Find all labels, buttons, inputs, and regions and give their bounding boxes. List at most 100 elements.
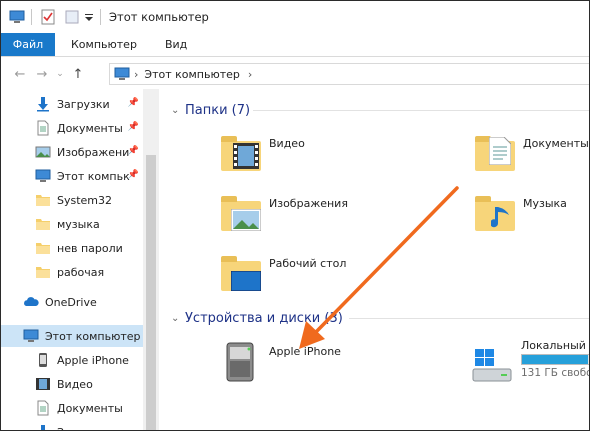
sidebar-item-label: Загрузки xyxy=(57,426,110,431)
customize-toolbar-icon[interactable] xyxy=(84,9,94,25)
disk-usage-bar xyxy=(521,354,589,365)
chevron-down-icon: ⌄ xyxy=(171,104,180,116)
sidebar-item-5[interactable]: музыка xyxy=(1,213,143,235)
folder-icon xyxy=(35,192,51,208)
device-label: Apple iPhone xyxy=(269,345,341,358)
folder-documents[interactable]: Документы xyxy=(475,133,589,175)
video-folder-icon xyxy=(221,133,263,175)
device-apple-iphone[interactable]: Apple iPhone xyxy=(221,341,341,383)
chevron-down-icon: ⌄ xyxy=(171,312,180,324)
pin-icon[interactable]: 📌 xyxy=(128,98,139,108)
sidebar-item-7[interactable]: рабочая xyxy=(1,261,143,283)
up-button[interactable]: ↑ xyxy=(67,63,89,85)
folder-video[interactable]: Видео xyxy=(221,133,305,175)
devices-group-header[interactable]: ⌄ Устройства и диски (3) xyxy=(171,308,343,328)
computer-icon[interactable] xyxy=(9,9,25,25)
sidebar-item-label: Видео xyxy=(57,377,93,391)
pin-icon[interactable]: 📌 xyxy=(128,170,139,180)
pin-icon[interactable]: 📌 xyxy=(128,146,139,156)
computer-icon xyxy=(35,168,51,184)
sidebar-item-label: Загрузки xyxy=(57,97,110,111)
group-divider xyxy=(253,110,589,111)
pictures-folder-icon xyxy=(221,193,263,235)
folder-icon xyxy=(35,264,51,280)
chevron-down-icon: ⌄ xyxy=(56,69,64,79)
onedrive-icon xyxy=(23,294,39,310)
recent-locations-button[interactable]: ⌄ xyxy=(53,63,67,85)
folder-label: Рабочий стол xyxy=(269,257,347,270)
separator xyxy=(31,9,32,25)
sidebar-item-3[interactable]: Этот компьк 📌 xyxy=(1,165,143,187)
forward-button[interactable]: → xyxy=(31,63,53,85)
desktop-folder-icon xyxy=(221,253,263,295)
folders-group-title: Папки (7) xyxy=(185,102,251,118)
download-icon xyxy=(35,424,51,430)
back-button[interactable]: ← xyxy=(9,63,31,85)
sidebar-item-11[interactable]: Видео xyxy=(1,373,143,395)
phone-icon xyxy=(35,352,51,368)
navigation-pane: Загрузки 📌 Документы 📌 Изображени 📌 Этот компь… xyxy=(1,89,159,431)
group-divider xyxy=(349,318,589,319)
address-chevron-icon[interactable]: › xyxy=(248,68,252,81)
pin-icon[interactable]: 📌 xyxy=(128,122,139,132)
sidebar-item-label: OneDrive xyxy=(45,295,97,309)
device-label: Локальный xyxy=(521,339,586,352)
sidebar-item-4[interactable]: System32 xyxy=(1,189,143,211)
folders-group-header[interactable]: ⌄ Папки (7) xyxy=(171,100,250,120)
download-icon xyxy=(35,96,51,112)
folder-icon xyxy=(35,240,51,256)
folder-desktop[interactable]: Рабочий стол xyxy=(221,253,346,295)
sidebar-item-8[interactable]: OneDrive xyxy=(1,291,143,313)
sidebar-item-label: Документы xyxy=(57,121,123,135)
devices-group-title: Устройства и диски (3) xyxy=(185,310,343,326)
navigation-row: ← → ⌄ ↑ › Этот компьютер › xyxy=(1,59,589,89)
computer-icon xyxy=(114,67,130,81)
disk-free-space: 131 ГБ свобо xyxy=(521,367,590,379)
folder-label: Изображения xyxy=(269,197,348,210)
content-pane: ⌄ Папки (7) Видео Документы Изображения … xyxy=(163,89,590,430)
nav-scrollbar[interactable] xyxy=(143,89,159,430)
sidebar-item-0[interactable]: Загрузки 📌 xyxy=(1,93,143,115)
disk-usage-fill xyxy=(522,355,589,364)
documents-folder-icon xyxy=(475,133,517,175)
sidebar-item-label: Этот компьютер xyxy=(45,329,141,343)
folder-icon xyxy=(35,216,51,232)
new-folder-icon[interactable] xyxy=(64,9,80,25)
folder-pictures[interactable]: Изображения xyxy=(221,193,348,235)
device-local-disk[interactable]: Локальный 131 ГБ свобо xyxy=(471,339,590,387)
arrow-left-icon: ← xyxy=(14,66,26,82)
folder-music[interactable]: Музыка xyxy=(475,193,567,235)
address-chevron-icon[interactable]: › xyxy=(134,68,138,81)
title-bar: Этот компьютер xyxy=(1,1,589,33)
tab-computer[interactable]: Компьютер xyxy=(55,33,151,56)
sidebar-item-label: Этот компьк xyxy=(57,169,130,183)
sidebar-item-label: System32 xyxy=(57,193,113,207)
sidebar-item-label: нев пароли xyxy=(57,241,123,255)
sidebar-item-2[interactable]: Изображени 📌 xyxy=(1,141,143,163)
iphone-device-icon xyxy=(221,341,263,383)
documents-icon xyxy=(35,120,51,136)
sidebar-item-6[interactable]: нев пароли xyxy=(1,237,143,259)
sidebar-item-label: Документы xyxy=(57,401,123,415)
pictures-icon xyxy=(35,144,51,160)
nav-scrollbar-thumb[interactable] xyxy=(146,155,156,430)
sidebar-item-9[interactable]: Этот компьютер xyxy=(1,325,143,347)
tab-file[interactable]: Файл xyxy=(1,33,55,56)
arrow-up-icon: ↑ xyxy=(72,66,84,82)
documents-icon xyxy=(35,400,51,416)
properties-icon[interactable] xyxy=(40,9,56,25)
tab-view[interactable]: Вид xyxy=(151,33,199,56)
window-title: Этот компьютер xyxy=(109,10,209,24)
sidebar-item-12[interactable]: Документы xyxy=(1,397,143,419)
sidebar-item-label: Apple iPhone xyxy=(57,353,129,367)
sidebar-item-13[interactable]: Загрузки xyxy=(1,421,143,431)
sidebar-item-label: рабочая xyxy=(57,265,105,279)
music-folder-icon xyxy=(475,193,517,235)
address-bar[interactable]: › Этот компьютер › xyxy=(109,63,589,85)
address-path: Этот компьютер xyxy=(144,67,240,81)
sidebar-item-1[interactable]: Документы 📌 xyxy=(1,117,143,139)
video-icon xyxy=(35,376,51,392)
sidebar-item-10[interactable]: Apple iPhone xyxy=(1,349,143,371)
folder-label: Видео xyxy=(269,137,305,150)
ribbon-tabs: Файл Компьютер Вид xyxy=(1,33,589,57)
